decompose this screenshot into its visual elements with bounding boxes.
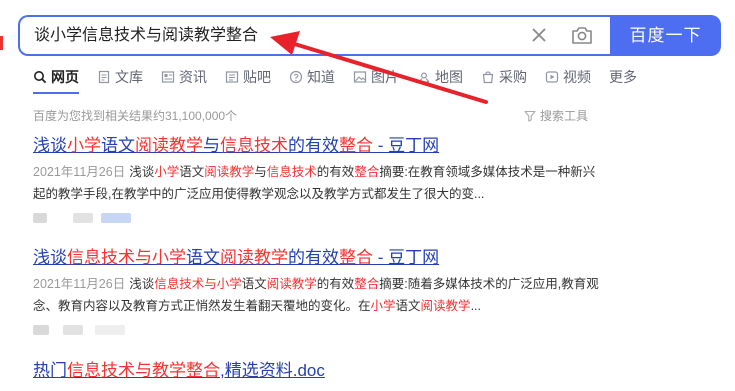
result-count: 百度为您找到相关结果约31,100,000个 — [33, 109, 238, 123]
tab-item[interactable]: 贴吧 — [225, 66, 271, 88]
tab-web[interactable]: 网页 — [33, 66, 79, 88]
tab-label: 资讯 — [179, 69, 207, 85]
question-icon — [289, 70, 303, 84]
highlighted-keyword: 阅读教学 — [420, 299, 471, 313]
highlighted-keyword: 阅读教学 — [135, 136, 203, 155]
search-tools-label: 搜索工具 — [540, 109, 589, 123]
highlighted-keyword: 信息技术 — [266, 165, 317, 179]
result-date: 2021年11月26日 — [33, 165, 126, 179]
tab-label: 网页 — [51, 69, 79, 85]
tab-label: 视频 — [563, 69, 591, 85]
highlighted-keyword: 信息技术与小学 — [67, 248, 186, 267]
result-date: 2021年11月26日 — [33, 277, 126, 291]
text-segment: ,精选资料.doc — [220, 361, 325, 380]
tab-label: 更多 — [609, 69, 637, 85]
highlighted-keyword: 信息技术 — [220, 136, 288, 155]
highlighted-keyword: 整合 — [339, 248, 373, 267]
map-pin-icon — [418, 72, 430, 83]
play-icon — [545, 71, 559, 83]
text-segment: 与 — [254, 165, 267, 179]
highlighted-keyword: 阅读教学 — [266, 277, 317, 291]
search-box[interactable]: 谈小学信息技术与阅读教学整合 — [18, 15, 611, 56]
text-segment: 的有效 — [316, 277, 355, 291]
highlighted-keyword: 阅读教学 — [220, 248, 288, 267]
tab-label: 贴吧 — [243, 69, 271, 85]
search-tabs: 网页 文库 资讯 贴吧 知道 图片 地图 采购 视频 更多 — [33, 66, 655, 88]
tab-item[interactable]: 文库 — [97, 66, 143, 88]
news-icon — [161, 71, 175, 83]
result-source-blurred[interactable] — [33, 325, 603, 335]
highlighted-keyword: 小学 — [154, 165, 180, 179]
search-button[interactable]: 百度一下 — [610, 15, 721, 56]
filter-icon — [524, 110, 536, 122]
search-input[interactable]: 谈小学信息技术与阅读教学整合 — [34, 17, 258, 54]
camera-icon[interactable] — [571, 25, 593, 45]
text-segment: - 豆丁网 — [373, 248, 440, 267]
result-abstract: 2021年11月26日 浅谈小学语文阅读教学与信息技术的有效整合摘要:在教育领域多… — [33, 161, 603, 205]
tab-item[interactable]: 资讯 — [161, 66, 207, 88]
text-segment: ... — [470, 299, 481, 313]
tab-item[interactable]: 更多 — [609, 66, 637, 88]
text-segment: 语文 — [395, 299, 421, 313]
highlighted-keyword: 小学 — [370, 299, 396, 313]
text-segment: 语文 — [186, 248, 220, 267]
tab-label: 知道 — [307, 69, 335, 85]
highlighted-keyword: 整合 — [354, 277, 380, 291]
document-icon — [98, 70, 110, 84]
text-segment: - 豆丁网 — [373, 136, 440, 155]
highlighted-keyword: 小学 — [67, 136, 101, 155]
close-icon[interactable] — [530, 26, 548, 44]
text-segment: 与 — [203, 136, 220, 155]
highlighted-keyword: 整合 — [339, 136, 373, 155]
text-segment: 语文 — [179, 165, 205, 179]
text-segment: 的有效 — [316, 165, 355, 179]
highlighted-keyword: 信息技术与教学整合 — [67, 361, 220, 380]
text-segment: 浅谈 — [33, 248, 67, 267]
search-result: 热门信息技术与教学整合,精选资料.doc — [33, 360, 603, 382]
result-abstract: 2021年11月26日 浅谈信息技术与小学语文阅读教学的有效整合摘要:随着多媒体技… — [33, 273, 603, 317]
shopping-bag-icon — [482, 71, 494, 84]
tab-label: 地图 — [435, 69, 463, 85]
tab-item[interactable]: 视频 — [545, 66, 591, 88]
text-segment: 的有效 — [288, 248, 339, 267]
text-segment: 语文 — [101, 136, 135, 155]
image-icon — [353, 71, 367, 83]
text-segment: 浅谈 — [33, 136, 67, 155]
result-title-link[interactable]: 浅谈信息技术与小学语文阅读教学的有效整合 - 豆丁网 — [33, 247, 603, 269]
tab-item[interactable]: 地图 — [417, 66, 463, 88]
tab-item[interactable]: 采购 — [481, 66, 527, 88]
text-segment: 热门 — [33, 361, 67, 380]
text-segment: 浅谈 — [129, 277, 155, 291]
search-result: 浅谈信息技术与小学语文阅读教学的有效整合 - 豆丁网 2021年11月26日 浅谈… — [33, 247, 603, 335]
left-edge-marker — [0, 36, 3, 50]
result-title-link[interactable]: 浅谈小学语文阅读教学与信息技术的有效整合 - 豆丁网 — [33, 135, 603, 157]
result-title-link[interactable]: 热门信息技术与教学整合,精选资料.doc — [33, 360, 603, 382]
text-segment: 浅谈 — [129, 165, 155, 179]
tab-item[interactable]: 图片 — [353, 66, 399, 88]
tab-label: 文库 — [115, 69, 143, 85]
highlighted-keyword: 整合 — [354, 165, 380, 179]
tieba-icon — [225, 71, 239, 83]
tab-item[interactable]: 知道 — [289, 66, 335, 88]
result-source-blurred[interactable] — [33, 213, 603, 223]
search-icon — [34, 71, 47, 84]
tab-label: 图片 — [371, 69, 399, 85]
search-result: 浅谈小学语文阅读教学与信息技术的有效整合 - 豆丁网 2021年11月26日 浅谈… — [33, 135, 603, 223]
text-segment: 的有效 — [288, 136, 339, 155]
active-tab-underline — [33, 92, 79, 94]
tab-label: 采购 — [499, 69, 527, 85]
search-tools-button[interactable]: 搜索工具 — [524, 107, 588, 124]
highlighted-keyword: 阅读教学 — [204, 165, 255, 179]
text-segment: 语文 — [241, 277, 267, 291]
highlighted-keyword: 信息技术与小学 — [154, 277, 242, 291]
